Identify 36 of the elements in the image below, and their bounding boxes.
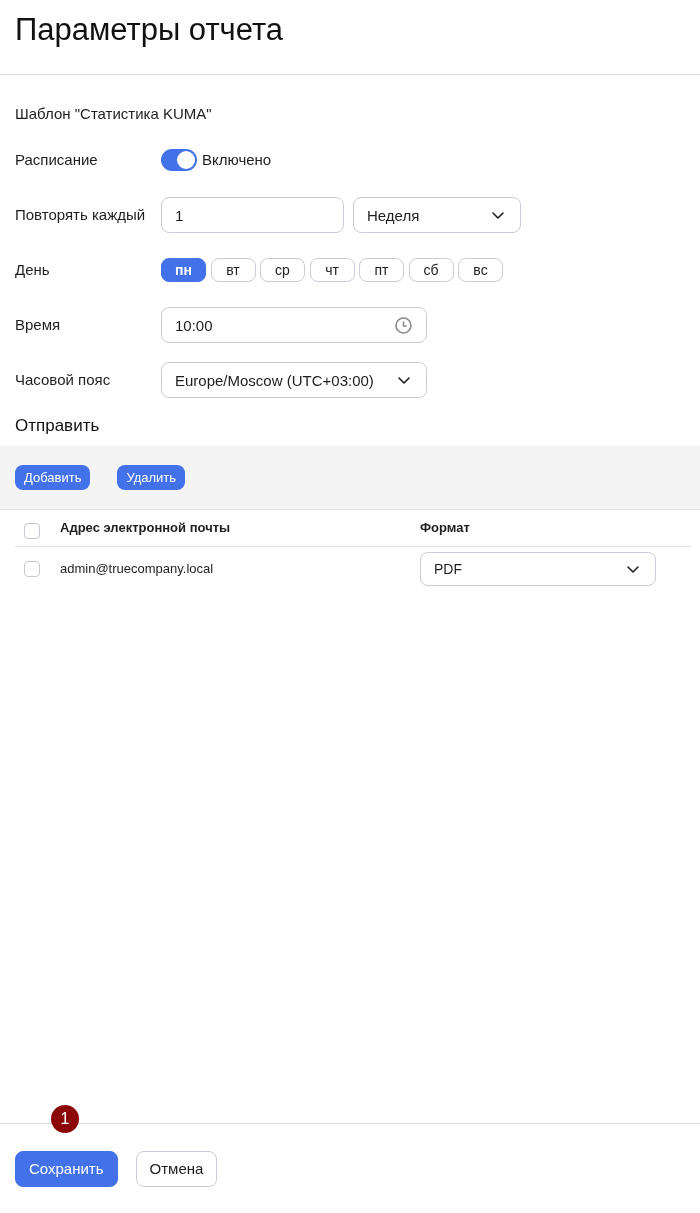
table-cell: admin@truecompany.local (60, 560, 214, 578)
column-header: Адрес электронной почты (60, 519, 231, 537)
chevron-down-icon (398, 376, 410, 384)
toggle-switch[interactable] (161, 149, 197, 171)
unit-select[interactable]: Неделя (353, 197, 521, 233)
column-header: Формат (420, 519, 470, 537)
input-field[interactable]: 1 (161, 197, 344, 233)
field-label: Повторять каждый (15, 205, 146, 225)
day-chip[interactable]: ср (260, 258, 305, 282)
time-field[interactable]: 10:00 (161, 307, 427, 343)
field-label: День (15, 260, 50, 280)
day-chip[interactable]: пн (161, 258, 206, 282)
cancel-button[interactable]: Отмена (135, 1151, 218, 1187)
day-chip[interactable]: вс (458, 258, 503, 282)
template-name: Шаблон "Статистика KUMA" (15, 104, 212, 124)
field-label: Расписание (15, 150, 98, 170)
save-button[interactable]: Сохранить (15, 1151, 118, 1187)
callout-badge: 1 (51, 1105, 79, 1133)
day-chip[interactable]: сб (408, 258, 454, 282)
section-title: Отправить (15, 416, 100, 436)
clock-icon (395, 316, 412, 334)
format-select[interactable]: PDF (420, 552, 656, 586)
chevron-down-icon (627, 565, 639, 573)
timezone-select[interactable]: Europe/Moscow (UTC+03:00) (161, 362, 427, 398)
toolbar-button[interactable]: Добавить (15, 465, 91, 490)
field-label: Время (15, 315, 61, 335)
select-all-checkbox[interactable] (24, 523, 40, 539)
day-chip[interactable]: чт (309, 258, 355, 282)
field-label: Часовой пояс (15, 370, 111, 390)
toggle-label: Включено (202, 150, 272, 170)
day-chip[interactable]: вт (210, 258, 256, 282)
day-chip[interactable]: пт (359, 258, 404, 282)
dialog-title: Параметры отчета (15, 11, 284, 49)
row-checkbox[interactable] (24, 561, 40, 577)
toolbar-button[interactable]: Удалить (117, 465, 186, 490)
chevron-down-icon (492, 211, 504, 219)
